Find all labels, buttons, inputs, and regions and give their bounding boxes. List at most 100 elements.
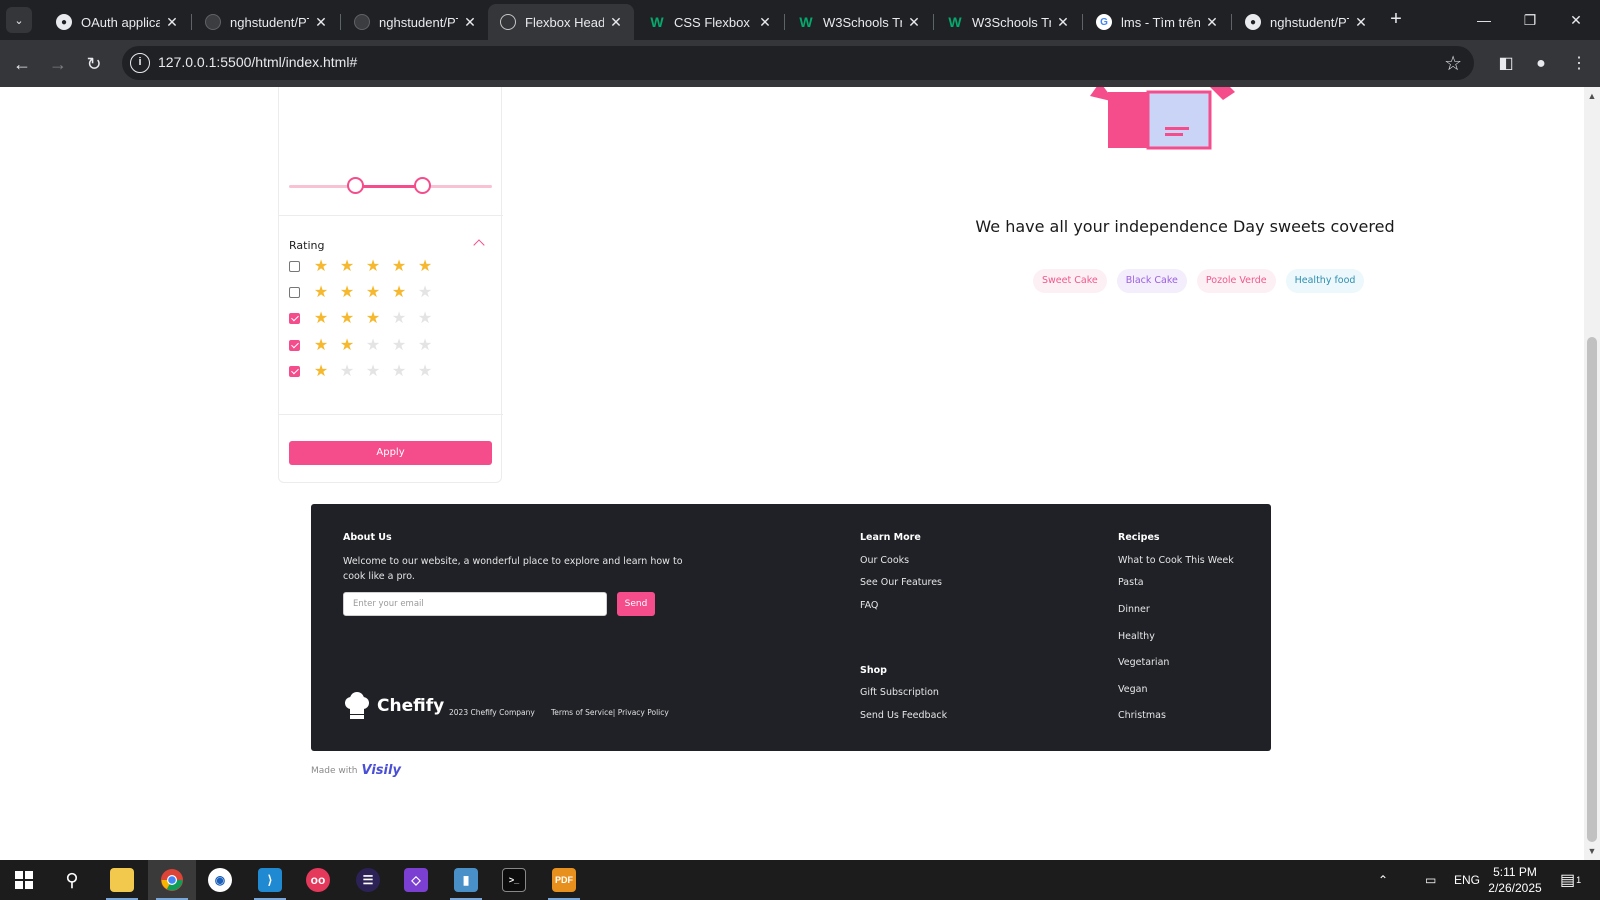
scrollbar-thumb[interactable] [1587,337,1597,842]
browser-tab[interactable]: ● nghstudent/PT ✕ [1233,4,1379,40]
tab-close-icon[interactable]: ✕ [906,14,922,31]
tab-close-icon[interactable]: ✕ [757,14,773,31]
tab-close-icon[interactable]: ✕ [313,14,329,31]
windows-taskbar: ⚲ ◉ ⟩ oo ☰ ◇ ▮ >_ PDF ⌃ ▭ ENG 5:11 PM 2/… [0,860,1600,900]
taskbar-app[interactable]: ◉ [196,860,244,900]
browser-tab[interactable]: W W3Schools Try ✕ [935,4,1081,40]
restore-button[interactable]: ❐ [1508,6,1552,34]
footer-link-recipe[interactable]: Dinner [1118,604,1150,615]
new-tab-button[interactable]: + [1384,8,1408,32]
browser-tab[interactable]: nghstudent/PT ✕ [193,4,339,40]
tag-black-cake[interactable]: Black Cake [1116,269,1187,293]
footer-logo[interactable]: Chefify [343,692,444,720]
legal-links[interactable]: Terms of Service| Privacy Policy [551,708,669,717]
footer-link-recipe[interactable]: Vegetarian [1118,657,1169,668]
page-scrollbar[interactable]: ▲ ▼ [1584,87,1600,860]
price-slider-min-handle[interactable] [347,177,364,194]
price-slider-track[interactable] [289,185,492,188]
notifications-icon[interactable]: ▤ 1 [1560,860,1581,900]
browser-tab[interactable]: Flexbox Heade ✕ [488,4,634,40]
minimize-button[interactable]: — [1462,6,1506,34]
tab-close-icon[interactable]: ✕ [608,14,624,31]
apply-button[interactable]: Apply [289,441,492,465]
tab-close-icon[interactable]: ✕ [1353,14,1369,31]
app-icon: ◉ [208,868,232,892]
rating-checkbox[interactable] [289,312,300,324]
tab-close-icon[interactable]: ✕ [1055,14,1071,31]
footer-link-recipe[interactable]: What to Cook This Week [1118,555,1234,566]
app-icon: oo [306,868,330,892]
footer-link-faq[interactable]: FAQ [860,600,878,611]
footer-link-recipe[interactable]: Healthy [1118,631,1155,642]
footer-link-feedback[interactable]: Send Us Feedback [860,710,947,721]
vscode-app[interactable]: ⟩ [246,860,294,900]
taskbar-app[interactable]: oo [294,860,342,900]
site-info-icon[interactable]: i [130,53,150,73]
rating-checkbox[interactable] [289,260,300,272]
tab-title: Flexbox Heade [525,14,604,30]
send-button[interactable]: Send [617,592,655,616]
footer-link-recipe[interactable]: Christmas [1118,710,1166,721]
rating-checkbox[interactable] [289,286,300,298]
scroll-up-arrow-icon[interactable]: ▲ [1584,89,1600,103]
side-panel-icon[interactable]: ◧ [1493,51,1519,77]
bookmark-star-icon[interactable]: ☆ [1444,51,1462,76]
tag-healthy-food[interactable]: Healthy food [1285,269,1365,293]
browser-tab[interactable]: W W3Schools Try ✕ [786,4,932,40]
rating-option[interactable]: ★ ★ ★ ★ ★ [289,361,438,381]
rating-checkbox[interactable] [289,365,300,377]
tag-pozole-verde[interactable]: Pozole Verde [1196,269,1276,293]
back-button[interactable]: ← [8,50,36,78]
tab-close-icon[interactable]: ✕ [1204,14,1220,31]
star-icon: ★ [417,335,433,354]
tray-chevron-up-icon[interactable]: ⌃ [1378,860,1388,900]
forward-button[interactable]: → [44,50,72,78]
tab-separator [340,14,341,30]
footer-link-features[interactable]: See Our Features [860,577,942,588]
chef-hat-icon [345,692,369,719]
network-icon[interactable]: ▭ [1425,860,1436,900]
rating-option[interactable]: ★ ★ ★ ★ ★ [289,335,438,355]
visual-studio-app[interactable]: ◇ [392,860,440,900]
terminal-app[interactable]: >_ [490,860,538,900]
browser-tab[interactable]: W CSS Flexbox (F✕ [637,4,783,40]
rating-option[interactable]: ★ ★ ★ ★ ★ [289,282,438,302]
tab-title: OAuth applicat [81,14,160,30]
footer-link-recipe[interactable]: Vegan [1118,684,1147,695]
tag-sweet-cake[interactable]: Sweet Cake [1033,269,1107,293]
menu-kebab-icon[interactable]: ⋮ [1566,51,1592,77]
address-bar[interactable]: i 127.0.0.1:5500/html/index.html# ☆ [122,46,1474,80]
footer-link-recipe[interactable]: Pasta [1118,577,1144,588]
footer-link-gift-subscription[interactable]: Gift Subscription [860,687,939,698]
reload-button[interactable]: ↻ [80,50,108,78]
tab-separator [784,14,785,30]
email-input[interactable]: Enter your email [343,592,607,616]
rating-option[interactable]: ★ ★ ★ ★ ★ [289,256,438,276]
chevron-up-icon[interactable] [473,239,485,251]
profile-icon[interactable]: ● [1528,51,1554,77]
browser-tab[interactable]: Glms - Tìm trên ✕ [1084,4,1230,40]
start-button[interactable] [0,860,48,900]
scroll-down-arrow-icon[interactable]: ▼ [1584,844,1600,858]
taskbar-app[interactable]: ▮ [442,860,490,900]
language-indicator[interactable]: ENG [1454,860,1480,900]
clock[interactable]: 5:11 PM 2/26/2025 [1480,864,1550,896]
made-with-badge[interactable]: Made with Visily [311,763,401,778]
pdf-app[interactable]: PDF [540,860,588,900]
tab-close-icon[interactable]: ✕ [462,14,478,31]
footer-link-our-cooks[interactable]: Our Cooks [860,555,909,566]
eclipse-app[interactable]: ☰ [344,860,392,900]
search-taskbar-button[interactable]: ⚲ [48,860,96,900]
tab-search-button[interactable]: ⌄ [6,7,32,33]
w3schools-icon: W [650,14,664,30]
file-explorer-app[interactable] [98,860,146,900]
close-window-button[interactable]: ✕ [1554,6,1598,34]
url-text[interactable]: 127.0.0.1:5500/html/index.html# [158,54,357,70]
rating-checkbox[interactable] [289,339,300,351]
browser-tab[interactable]: ● OAuth applicat ✕ [44,4,190,40]
browser-tab[interactable]: nghstudent/PT ✕ [342,4,488,40]
rating-option[interactable]: ★ ★ ★ ★ ★ [289,308,438,328]
chrome-app[interactable] [148,860,196,900]
tab-close-icon[interactable]: ✕ [164,14,180,31]
price-slider-max-handle[interactable] [414,177,431,194]
